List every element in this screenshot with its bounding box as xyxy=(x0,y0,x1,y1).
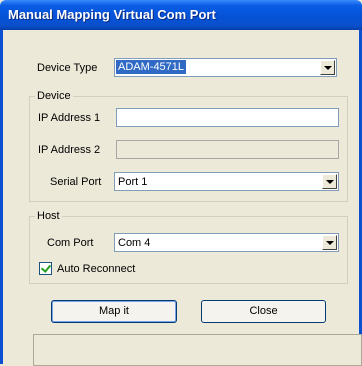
com-port-select[interactable]: Com 4 xyxy=(114,233,339,252)
device-type-select[interactable]: ADAM-4571L xyxy=(114,58,337,77)
host-group-legend: Host xyxy=(35,209,62,223)
ip-address-2-label: IP Address 2 xyxy=(38,144,101,156)
chevron-down-icon[interactable] xyxy=(320,60,335,75)
close-button[interactable]: Close xyxy=(201,300,326,323)
device-type-value: ADAM-4571L xyxy=(116,60,187,74)
ip-address-2-input[interactable] xyxy=(116,140,339,159)
serial-port-select[interactable]: Port 1 xyxy=(114,172,339,191)
map-it-button[interactable]: Map it xyxy=(51,300,177,323)
chevron-down-icon[interactable] xyxy=(322,235,337,250)
ip-address-1-input[interactable] xyxy=(116,108,339,127)
auto-reconnect-checkbox[interactable] xyxy=(39,262,52,275)
title-bar[interactable]: Manual Mapping Virtual Com Port xyxy=(0,0,362,30)
chevron-down-icon[interactable] xyxy=(322,174,337,189)
window-title: Manual Mapping Virtual Com Port xyxy=(8,7,216,22)
device-group-legend: Device xyxy=(35,89,73,103)
com-port-label: Com Port xyxy=(47,237,94,249)
status-area xyxy=(33,334,362,366)
ip-address-1-label: IP Address 1 xyxy=(38,112,101,124)
device-type-label: Device Type xyxy=(37,62,98,74)
serial-port-label: Serial Port xyxy=(50,176,102,188)
serial-port-value: Port 1 xyxy=(118,176,148,188)
auto-reconnect-label[interactable]: Auto Reconnect xyxy=(57,262,135,276)
window-frame-left xyxy=(0,30,3,364)
com-port-value: Com 4 xyxy=(118,237,151,249)
